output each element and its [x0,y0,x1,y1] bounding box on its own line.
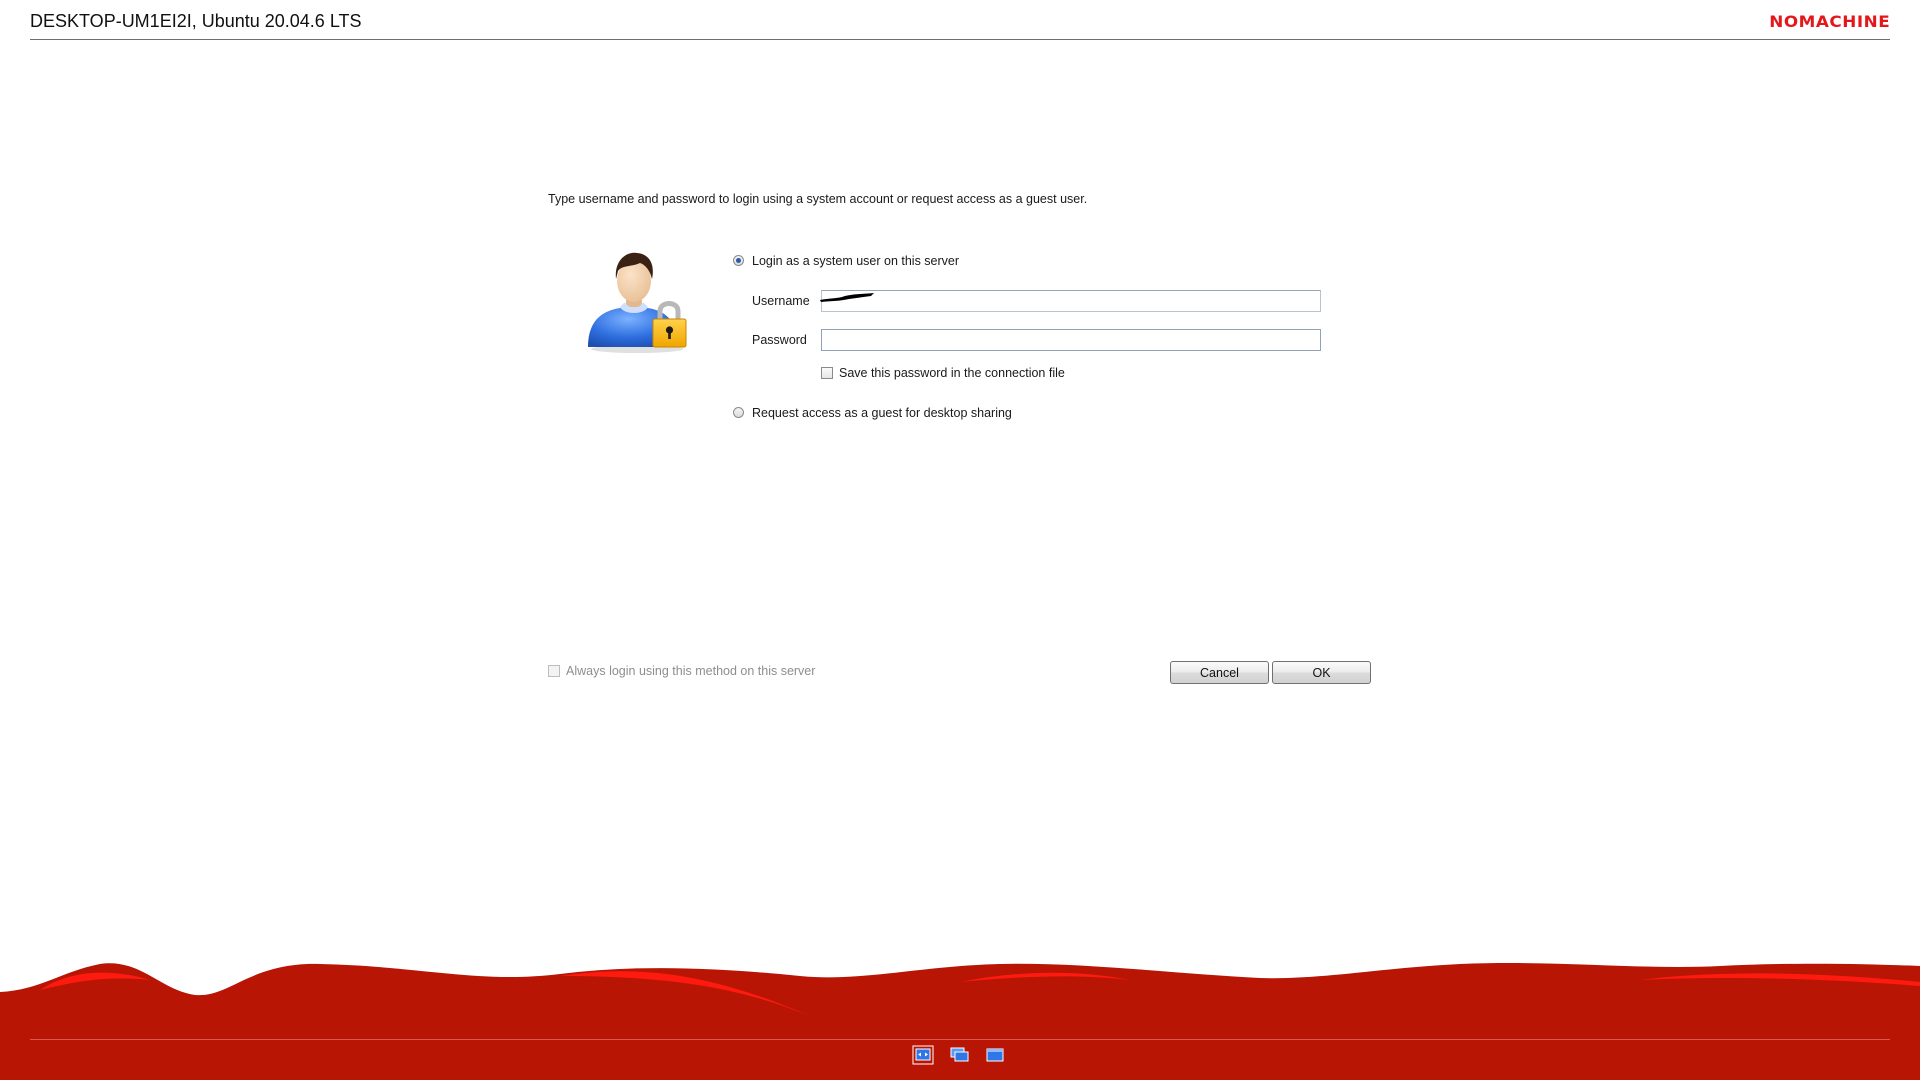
always-login-checkbox[interactable] [548,665,560,677]
username-label: Username [752,294,810,308]
guest-access-radio[interactable] [733,407,744,418]
window-header: DESKTOP-UM1EI2I, Ubuntu 20.04.6 LTS NOMA… [30,0,1890,40]
footer-divider [30,1039,1890,1040]
save-password-label[interactable]: Save this password in the connection fil… [839,366,1065,380]
system-user-option-label[interactable]: Login as a system user on this server [752,254,959,268]
ok-button[interactable]: OK [1272,661,1371,684]
always-login-label: Always login using this method on this s… [566,664,816,678]
redacted-username [820,293,874,302]
nomachine-logo: NOMACHINE [1769,12,1890,31]
system-user-radio[interactable] [733,255,744,266]
login-page: DESKTOP-UM1EI2I, Ubuntu 20.04.6 LTS NOMA… [0,0,1920,1080]
fit-to-window-icon[interactable] [912,1045,934,1065]
username-input[interactable] [821,290,1321,312]
save-password-checkbox[interactable] [821,367,833,379]
guest-access-option-label[interactable]: Request access as a guest for desktop sh… [752,406,1012,420]
password-input[interactable] [821,329,1321,351]
fullscreen-icon[interactable] [984,1045,1006,1065]
resize-remote-screen-icon[interactable] [948,1045,970,1065]
password-label: Password [752,333,807,347]
cancel-button[interactable]: Cancel [1170,661,1269,684]
user-lock-icon [588,252,687,353]
host-title: DESKTOP-UM1EI2I, Ubuntu 20.04.6 LTS [30,11,362,31]
instruction-text: Type username and password to login usin… [548,192,1088,206]
